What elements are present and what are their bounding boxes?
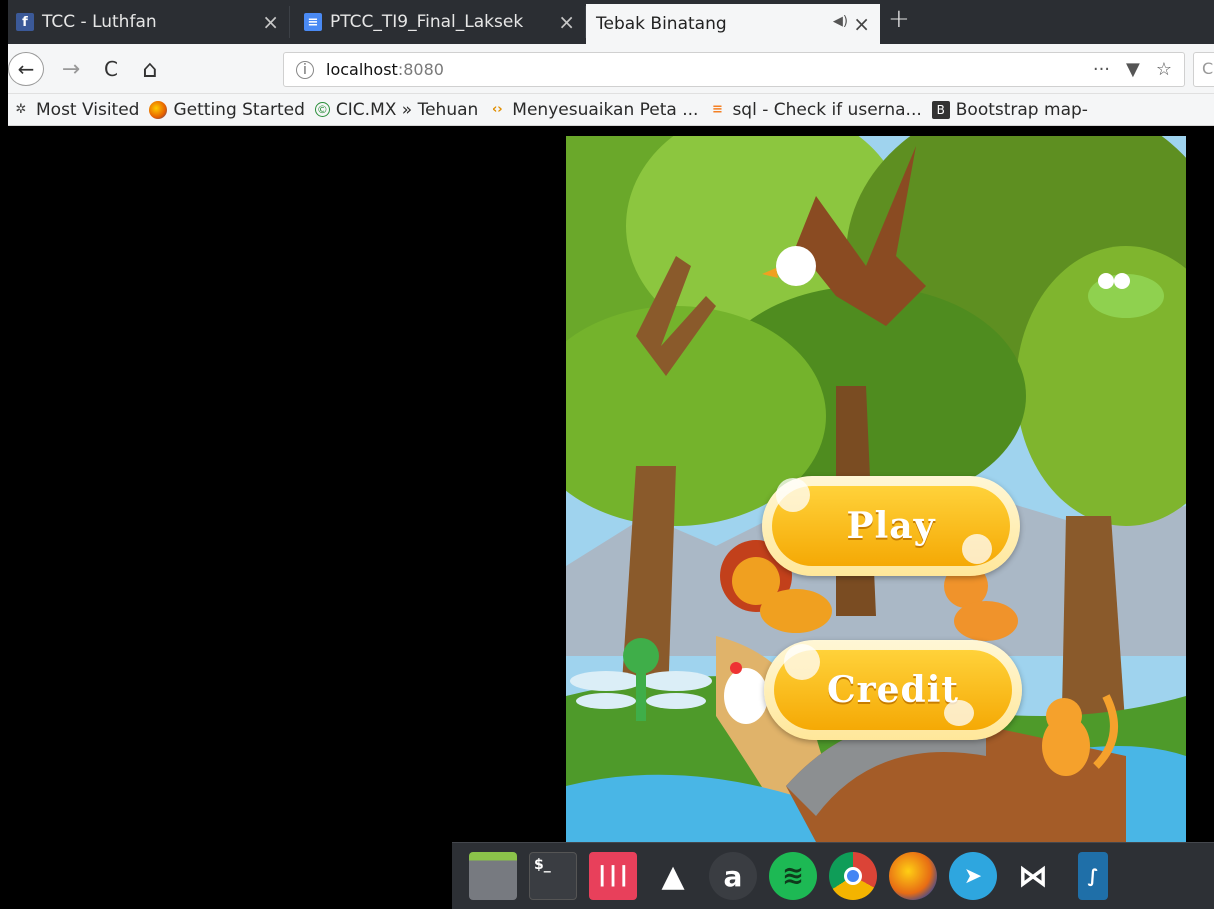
close-icon[interactable]: × xyxy=(558,10,575,34)
credit-button[interactable]: Credit xyxy=(764,640,1022,740)
vscode-app-icon[interactable]: ⋈ xyxy=(1006,849,1060,903)
firefox-icon xyxy=(149,100,168,119)
docs-icon: ≡ xyxy=(304,13,322,31)
tab-tebak-binatang[interactable]: Tebak Binatang ◀) × xyxy=(586,4,880,44)
forward-button[interactable]: → xyxy=(58,52,84,86)
bookmark-label: Menyesuaikan Peta ... xyxy=(512,99,699,120)
bubble-decoration xyxy=(776,478,810,512)
dock: $_ ┃┃┃ ▲ a ≋ ➤ ⋈ ∫ xyxy=(452,842,1214,909)
code-icon: ‹› xyxy=(491,102,503,117)
spotify-app-icon[interactable]: ≋ xyxy=(766,849,820,903)
page-content: Play Credit xyxy=(8,126,1214,909)
firefox-app-icon[interactable] xyxy=(886,849,940,903)
browser-window: f TCC - Luthfan × ≡ PTCC_TI9_Final_Lakse… xyxy=(0,0,1214,909)
tab-title: Tebak Binatang xyxy=(596,14,727,34)
pocket-icon[interactable]: ▼ xyxy=(1126,59,1140,80)
search-bar[interactable]: C xyxy=(1193,52,1214,87)
tab-tcc-luthfan[interactable]: f TCC - Luthfan × xyxy=(8,6,290,38)
bootstrap-icon: B xyxy=(931,100,950,119)
bubble-decoration xyxy=(944,700,974,726)
stackoverflow-icon: ≡ xyxy=(711,102,723,117)
telegram-app-icon[interactable]: ➤ xyxy=(946,849,1000,903)
bookmark-menyesuaikan[interactable]: ‹› Menyesuaikan Peta ... xyxy=(488,99,699,120)
bubble-decoration xyxy=(784,644,820,680)
bookmark-getting-started[interactable]: Getting Started xyxy=(149,99,305,120)
bookmark-cic[interactable]: © CIC.MX » Tehuan xyxy=(314,99,479,120)
close-icon[interactable]: × xyxy=(262,10,279,34)
bubble-decoration xyxy=(962,534,992,564)
bookmark-most-visited[interactable]: ✲ Most Visited xyxy=(12,99,140,120)
home-button[interactable]: ⌂ xyxy=(136,52,164,86)
bookmark-star-icon[interactable]: ☆ xyxy=(1156,59,1172,80)
play-button[interactable]: Play xyxy=(762,476,1020,576)
reload-button[interactable]: C xyxy=(98,52,124,86)
speaker-icon[interactable]: ◀) xyxy=(833,14,848,29)
bookmark-label: Getting Started xyxy=(173,99,305,120)
bookmark-label: Bootstrap map- xyxy=(955,99,1088,120)
bookmark-sql[interactable]: ≡ sql - Check if userna... xyxy=(708,99,922,120)
bookmark-label: Most Visited xyxy=(36,99,140,120)
info-icon[interactable]: i xyxy=(296,60,314,79)
tab-ptcc-final[interactable]: ≡ PTCC_TI9_Final_Laksek × xyxy=(296,6,586,38)
bookmark-label: CIC.MX » Tehuan xyxy=(335,99,479,120)
back-button[interactable]: ← xyxy=(8,52,44,86)
mixer-app-icon[interactable]: ┃┃┃ xyxy=(586,849,640,903)
navigation-toolbar: ← → C ⌂ i localhost:8080 ··· ▼ ☆ C xyxy=(8,44,1214,94)
bookmark-label: sql - Check if userna... xyxy=(732,99,922,120)
url-bar[interactable]: i localhost:8080 ··· ▼ ☆ xyxy=(283,52,1185,87)
amazon-app-icon[interactable]: a xyxy=(706,849,760,903)
url-port: :8080 xyxy=(397,60,444,79)
tab-title: TCC - Luthfan xyxy=(42,12,157,32)
new-tab-button[interactable]: + xyxy=(888,4,910,34)
terminal-app-icon[interactable]: $_ xyxy=(526,849,580,903)
url-host: localhost xyxy=(326,60,398,79)
page-actions-icon[interactable]: ··· xyxy=(1093,59,1110,80)
cic-icon: © xyxy=(314,102,330,117)
files-app-icon[interactable] xyxy=(466,849,520,903)
bookmarks-toolbar: ✲ Most Visited Getting Started © CIC.MX … xyxy=(8,94,1214,126)
gear-icon: ✲ xyxy=(15,102,27,117)
inkscape-app-icon[interactable]: ▲ xyxy=(646,849,700,903)
game-canvas: Play Credit xyxy=(566,136,1186,842)
facebook-icon: f xyxy=(16,13,34,31)
bookmark-bootstrap[interactable]: B Bootstrap map- xyxy=(931,99,1088,120)
tab-title: PTCC_TI9_Final_Laksek xyxy=(330,12,524,32)
chrome-app-icon[interactable] xyxy=(826,849,880,903)
tab-strip: f TCC - Luthfan × ≡ PTCC_TI9_Final_Lakse… xyxy=(8,0,1214,44)
mysql-workbench-app-icon[interactable]: ∫ xyxy=(1066,849,1120,903)
close-icon[interactable]: × xyxy=(853,12,870,36)
